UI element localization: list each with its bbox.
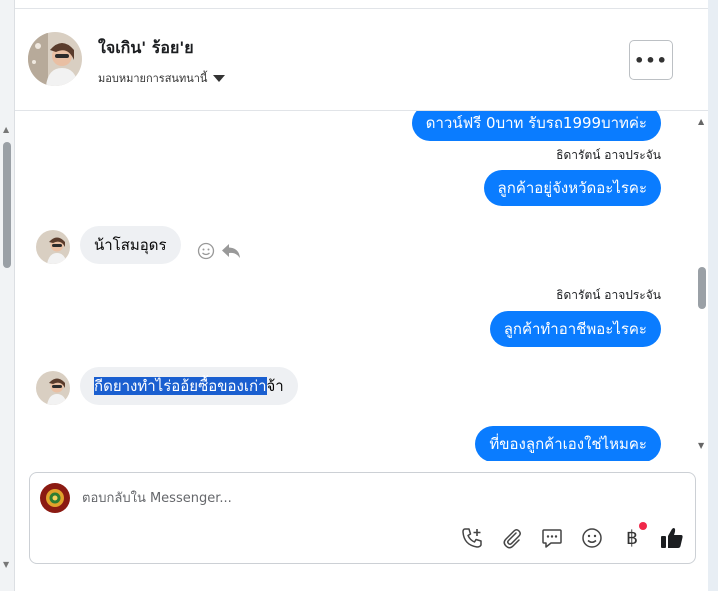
scroll-down-arrow-icon[interactable]: ▼ — [698, 441, 704, 450]
scroll-up-arrow-icon[interactable]: ▲ — [698, 117, 704, 126]
conversation-panel: ใจเกิน' ร้อย'ย มอบหมายการสนทนานี้ ••• ดา… — [14, 0, 708, 591]
message-scrollbar[interactable]: ▲ ▼ — [695, 111, 709, 461]
conversation-header: ใจเกิน' ร้อย'ย มอบหมายการสนทนานี้ ••• — [15, 9, 708, 111]
message-scrollbar-thumb[interactable] — [698, 267, 706, 309]
contact-avatar[interactable] — [28, 32, 82, 86]
assign-label: มอบหมายการสนทนานี้ — [98, 72, 208, 85]
incoming-message-bubble[interactable]: กีดยางทำไร่ออ้ยซื้อของเก่าจ้า — [80, 367, 298, 405]
sender-name: ธิดารัตน์ อาจประจัน — [556, 148, 661, 162]
incoming-message-bubble[interactable]: น้าโสมอุดร — [80, 226, 181, 264]
outgoing-message-bubble[interactable]: ที่ของลูกค้าเองใช่ไหมคะ — [475, 426, 661, 461]
notification-dot — [639, 522, 647, 530]
composer-toolbar: ฿ — [459, 522, 685, 551]
contact-avatar-small[interactable] — [36, 371, 70, 405]
outgoing-message-bubble[interactable]: ลูกค้าทำอาชีพอะไรคะ — [489, 311, 661, 347]
message-list: ดาวน์ฟรี 0บาท รับรถ1999บาทค่ะ ธิดารัตน์ … — [15, 111, 683, 461]
like-icon[interactable] — [659, 525, 685, 551]
reply-input[interactable] — [82, 485, 642, 511]
saved-reply-icon[interactable] — [539, 525, 565, 551]
outer-scrollbar[interactable]: ▲ ▼ — [0, 0, 14, 591]
more-options-button[interactable]: ••• — [629, 40, 673, 80]
sender-name: ธิดารัตน์ อาจประจัน — [556, 288, 661, 302]
outgoing-message-bubble[interactable]: ดาวน์ฟรี 0บาท รับรถ1999บาทค่ะ — [411, 111, 661, 141]
react-emoji-icon[interactable] — [197, 242, 215, 264]
message-text: จ้า — [266, 377, 284, 395]
emoji-icon[interactable] — [579, 525, 605, 551]
selected-text: กีดยางทำไร่ออ้ยซื้อของเก่า — [94, 377, 267, 395]
scroll-down-arrow-icon[interactable]: ▼ — [3, 561, 9, 569]
panel-top-edge — [15, 0, 708, 9]
call-add-icon[interactable] — [459, 525, 485, 551]
page-logo — [40, 483, 70, 513]
assign-conversation-dropdown[interactable]: มอบหมายการสนทนานี้ — [98, 69, 226, 87]
baht-symbol: ฿ — [625, 527, 639, 549]
scroll-up-arrow-icon[interactable]: ▲ — [3, 126, 9, 134]
outer-scrollbar-thumb[interactable] — [3, 142, 11, 268]
contact-avatar-small[interactable] — [36, 230, 70, 264]
contact-name[interactable]: ใจเกิน' ร้อย'ย — [98, 36, 194, 61]
reply-icon[interactable] — [221, 242, 241, 264]
reply-composer: ฿ — [29, 472, 696, 564]
outgoing-message-bubble[interactable]: ลูกค้าอยู่จังหวัดอะไรคะ — [483, 170, 661, 206]
message-actions — [197, 242, 241, 264]
baht-payment-icon[interactable]: ฿ — [619, 522, 647, 551]
attachment-icon[interactable] — [499, 525, 525, 551]
caret-down-icon — [213, 74, 226, 82]
